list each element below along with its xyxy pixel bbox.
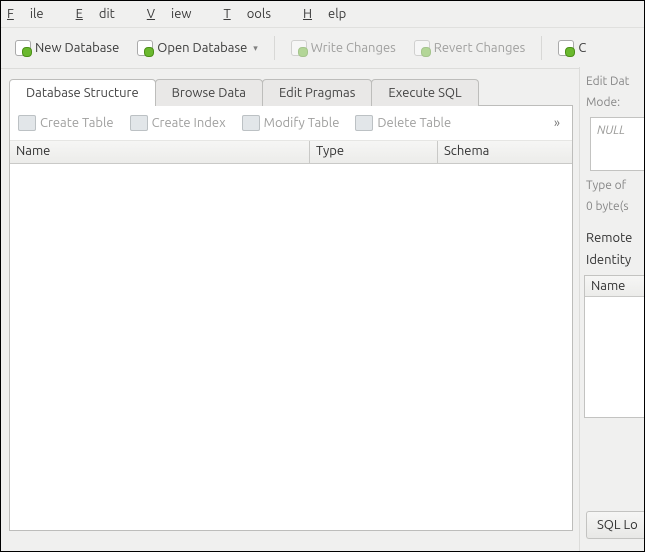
toolbar-label: New Database	[35, 41, 119, 55]
column-header-name[interactable]: Name	[585, 276, 645, 297]
column-headers: Name Type Schema	[10, 141, 572, 164]
toolbar-label: C	[578, 41, 586, 55]
label: Create Table	[40, 116, 114, 130]
truncated-toolbar-button[interactable]: C	[552, 36, 592, 60]
cell-editor[interactable]: NULL	[590, 117, 645, 171]
menu-view[interactable]: View	[147, 7, 208, 21]
label: Delete Table	[377, 116, 451, 130]
label: Create Index	[152, 116, 226, 130]
side-heading-edit: Edit Dat	[580, 71, 645, 92]
menu-file[interactable]: File	[7, 7, 60, 21]
delete-table-button: Delete Table	[355, 115, 451, 131]
open-database-icon	[137, 40, 153, 56]
menu-tools[interactable]: Tools	[223, 7, 287, 21]
write-changes-button: Write Changes	[285, 36, 402, 60]
menu-help[interactable]: Help	[303, 7, 362, 21]
project-icon	[558, 40, 574, 56]
side-label-identity: Identity	[586, 253, 631, 267]
index-icon	[130, 115, 148, 131]
tab-bar: Database Structure Browse Data Edit Prag…	[9, 77, 573, 105]
menu-edit[interactable]: Edit	[76, 7, 131, 21]
side-heading-remote: Remote	[586, 231, 632, 245]
create-table-button: Create Table	[18, 115, 114, 131]
main-area: Database Structure Browse Data Edit Prag…	[1, 67, 579, 551]
column-header-schema[interactable]: Schema	[438, 141, 572, 163]
separator	[541, 36, 542, 60]
remote-list-body	[585, 297, 645, 417]
side-label-mode: Mode:	[580, 92, 645, 113]
toolbar-label: Write Changes	[311, 41, 396, 55]
modify-table-button: Modify Table	[242, 115, 340, 131]
toolbar-label: Open Database	[157, 41, 247, 55]
main-toolbar: New Database Open Database ▾ Write Chang…	[1, 28, 644, 69]
revert-changes-icon	[414, 40, 430, 56]
table-icon	[18, 115, 36, 131]
side-label-size: 0 byte(s	[580, 196, 645, 217]
structure-toolbar: Create Table Create Index Modify Table D…	[10, 106, 572, 141]
new-database-icon	[15, 40, 31, 56]
create-index-button: Create Index	[130, 115, 226, 131]
column-header-type[interactable]: Type	[310, 141, 438, 163]
toolbar-label: Revert Changes	[434, 41, 526, 55]
overflow-button[interactable]: »	[550, 116, 564, 130]
tab-execute-sql[interactable]: Execute SQL	[371, 79, 478, 106]
write-changes-icon	[291, 40, 307, 56]
modify-icon	[242, 115, 260, 131]
separator	[274, 36, 275, 60]
tab-edit-pragmas[interactable]: Edit Pragmas	[262, 79, 372, 106]
side-label-type: Type of	[580, 175, 645, 196]
menubar: File Edit View Tools Help	[1, 1, 644, 28]
tab-browse-data[interactable]: Browse Data	[155, 79, 263, 106]
tree-body-empty	[10, 164, 572, 530]
open-database-button[interactable]: Open Database ▾	[131, 36, 264, 60]
remote-list[interactable]: Name	[584, 275, 645, 418]
sql-log-button[interactable]: SQL Lo	[586, 511, 645, 539]
chevron-down-icon[interactable]: ▾	[253, 43, 258, 54]
side-panel: Edit Dat Mode: NULL Type of 0 byte(s Rem…	[579, 67, 645, 551]
structure-tree[interactable]: Name Type Schema	[10, 141, 572, 530]
label: Modify Table	[264, 116, 340, 130]
tab-panel: Create Table Create Index Modify Table D…	[9, 105, 573, 531]
new-database-button[interactable]: New Database	[9, 36, 125, 60]
tab-database-structure[interactable]: Database Structure	[9, 79, 156, 106]
column-header-name[interactable]: Name	[10, 141, 310, 163]
revert-changes-button: Revert Changes	[408, 36, 532, 60]
delete-icon	[355, 115, 373, 131]
